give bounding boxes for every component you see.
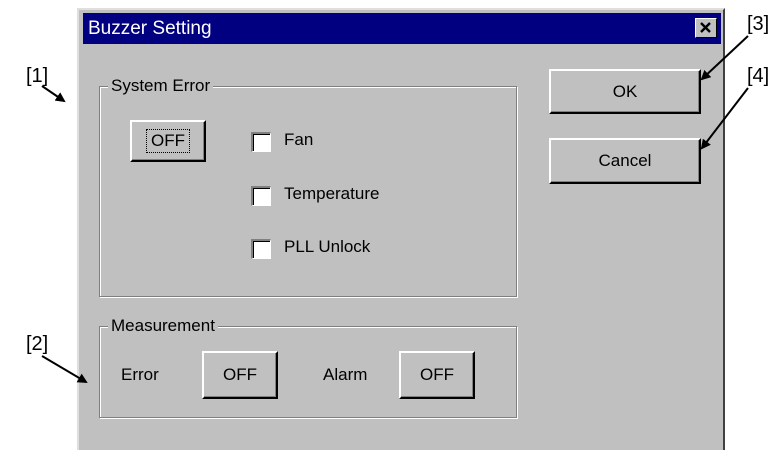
fan-checkbox[interactable] [251,132,271,152]
alarm-label: Alarm [323,365,368,384]
callout-4: [4] [747,65,770,87]
temperature-checkbox[interactable] [251,186,271,206]
callout-2: [2] [26,333,49,355]
measurement-alarm-off-label: OFF [420,365,454,384]
pll-unlock-label: PLL Unlock [284,237,371,256]
callout-1: [1] [26,65,49,87]
measurement-error-off-button[interactable]: OFF [202,351,278,399]
system-error-off-button[interactable]: OFF [130,120,206,162]
measurement-alarm-off-button[interactable]: OFF [399,351,475,399]
cancel-label: Cancel [598,151,652,170]
fan-label: Fan [284,130,314,149]
callout-3: [3] [747,13,770,35]
title-bar[interactable]: Buzzer Setting [83,13,721,44]
dialog-title: Buzzer Setting [88,18,212,39]
error-label: Error [121,365,159,384]
close-button[interactable] [695,18,717,38]
pll-unlock-checkbox[interactable] [251,239,271,259]
close-icon [700,22,711,33]
ok-label: OK [612,81,638,101]
system-error-off-label: OFF [146,129,190,153]
callout-arrow-1 [41,85,66,103]
measurement-label: Measurement [108,316,218,336]
temperature-label: Temperature [284,184,380,203]
system-error-label: System Error [108,76,214,96]
measurement-error-off-label: OFF [223,365,257,384]
buzzer-setting-dialog: Buzzer Setting System Error OFF Fan Temp… [77,8,725,450]
cancel-button[interactable]: Cancel [549,138,701,184]
ok-button[interactable]: OK [549,69,701,114]
